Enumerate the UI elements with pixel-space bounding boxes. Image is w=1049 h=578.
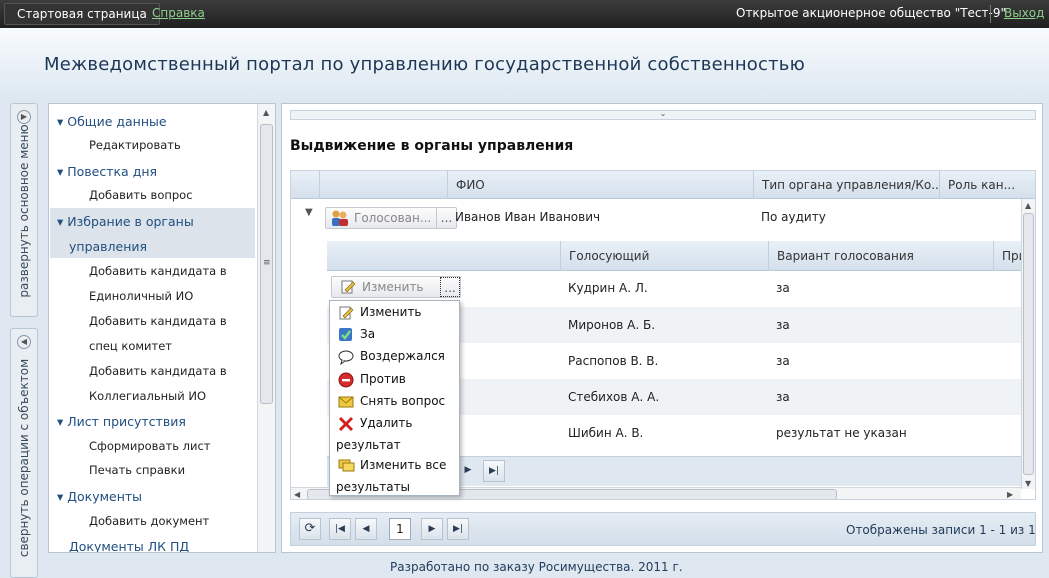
voter-name: Миронов А. Б.	[568, 318, 656, 332]
tree-item-edit[interactable]: Редактировать	[89, 138, 181, 152]
voter-name: Кудрин А. Л.	[568, 281, 648, 295]
tree-item-add-candidate-collegial-line2[interactable]: Коллегиальный ИО	[89, 389, 206, 403]
check-icon	[338, 327, 354, 341]
subgrid-last-page-icon[interactable]: ▶|	[483, 460, 505, 482]
records-info: Отображены записи 1 - 1 из 1	[846, 523, 1036, 537]
top-bar: Стартовая страница Справка Открытое акци…	[0, 0, 1049, 28]
grid-vertical-scrollbar[interactable]: ▲ ▼	[1021, 199, 1035, 489]
vote-variant: результат не указан	[776, 426, 907, 440]
vote-variant: за	[776, 390, 790, 404]
tree-item-print-report[interactable]: Печать справки	[89, 463, 185, 477]
object-operations-tree: ▾ Общие данные Редактировать ▾ Повестка …	[48, 103, 276, 553]
tree-item-form-list[interactable]: Сформировать лист	[89, 439, 211, 453]
voting-button-label: Голосован...	[354, 211, 432, 225]
vote-context-menu: Изменить За Воздержался Против Снять воп…	[329, 300, 460, 496]
change-vote-dots[interactable]: ...	[440, 277, 460, 297]
edit-icon	[340, 279, 356, 301]
home-page-tab[interactable]: Стартовая страница	[4, 3, 160, 25]
tree-item-add-question[interactable]: Добавить вопрос	[89, 188, 193, 202]
menu-item-change-all-results[interactable]: Изменить все результаты	[330, 458, 461, 496]
expand-menu-label: развернуть основное меню	[17, 124, 31, 298]
grid-vscroll-thumb[interactable]	[1023, 213, 1034, 475]
expander-column-header	[291, 171, 319, 199]
page-footer: Разработано по заказу Росимущества. 2011…	[390, 560, 683, 574]
role-column-header[interactable]: Роль кан...	[939, 171, 1021, 199]
envelope-icon	[338, 394, 354, 408]
panel-collapse-bar[interactable]: ⌄	[290, 110, 1036, 120]
tree-group-election-line2[interactable]: управления	[69, 239, 147, 254]
subgrid-actions-column-header	[327, 241, 560, 271]
body-type-column-header[interactable]: Тип органа управления/Ко...	[753, 171, 939, 199]
votes-subgrid-header: Голосующий Вариант голосования При	[327, 241, 1026, 271]
vote-variant: за	[776, 318, 790, 332]
page-number-input[interactable]: 1	[389, 518, 411, 540]
scroll-grip-icon: ≡	[263, 258, 271, 268]
scroll-down-arrow-icon[interactable]: ▼	[1025, 479, 1031, 488]
tree-group-general-data[interactable]: ▾ Общие данные	[57, 114, 167, 129]
exit-link[interactable]: Выход	[1004, 6, 1044, 20]
collapse-object-ops-tab[interactable]: ◀ свернуть операции с объектом	[10, 328, 38, 578]
speech-bubble-icon	[338, 349, 354, 366]
refresh-icon[interactable]: ⟳	[299, 518, 321, 540]
vote-variant: за	[776, 354, 790, 368]
change-vote-label: Изменить	[362, 280, 424, 294]
people-icon	[330, 209, 350, 233]
vote-variant: за	[776, 281, 790, 295]
help-link[interactable]: Справка	[152, 6, 205, 20]
menu-item-delete-result[interactable]: Удалить результат	[330, 416, 461, 454]
tree-item-add-candidate-sole[interactable]: Добавить кандидата в	[89, 264, 227, 278]
voter-name: Распопов В. В.	[568, 354, 659, 368]
next-page-icon[interactable]: ▶	[421, 518, 443, 540]
table-row: ▼ Голосован... ... Иванов Иван Иванович …	[291, 199, 1035, 239]
prev-page-icon[interactable]: ◀	[355, 518, 377, 540]
change-vote-button[interactable]: Изменить ...	[331, 276, 461, 298]
tree-item-add-candidate-special[interactable]: Добавить кандидата в	[89, 314, 227, 328]
voting-button[interactable]: Голосован... ...	[325, 207, 457, 229]
tree-item-add-document[interactable]: Добавить документ	[89, 514, 209, 528]
scroll-left-arrow-icon[interactable]: ◀	[294, 490, 300, 499]
row-expand-icon[interactable]: ▼	[305, 207, 313, 218]
tree-group-agenda[interactable]: ▾ Повестка дня	[57, 164, 157, 179]
expand-main-menu-tab[interactable]: ▶ развернуть основное меню	[10, 103, 38, 317]
section-title: Выдвижение в органы управления	[290, 138, 574, 154]
scroll-up-arrow-icon[interactable]: ▲	[263, 108, 269, 117]
scroll-right-arrow-icon[interactable]: ▶	[1007, 490, 1013, 499]
tree-group-attendance[interactable]: ▾ Лист присутствия	[57, 414, 186, 429]
grid-header: ФИО Тип органа управления/Ко... Роль кан…	[291, 171, 1035, 199]
edit-icon	[338, 305, 354, 320]
topbar-divider	[990, 5, 991, 23]
voting-menu-dots[interactable]: ...	[436, 208, 456, 228]
tree-item-add-candidate-special-line2[interactable]: спец комитет	[89, 339, 172, 353]
fio-column-header[interactable]: ФИО	[447, 171, 753, 199]
collapse-arrow-icon: ◀	[17, 335, 31, 349]
first-page-icon[interactable]: |◀	[329, 518, 351, 540]
tree-item-add-candidate-sole-line2[interactable]: Единоличный ИО	[89, 289, 193, 303]
tree-item-documents-lk-pd[interactable]: Документы ЛК ПД	[69, 539, 189, 552]
candidate-name: Иванов Иван Иванович	[455, 210, 601, 224]
tree-scrollbar[interactable]: ▲ ≡	[257, 104, 275, 552]
body-type-value: По аудиту	[761, 210, 826, 224]
copy-envelopes-icon	[338, 458, 355, 472]
tree-group-documents[interactable]: ▾ Документы	[57, 489, 142, 504]
actions-column-header	[319, 171, 447, 199]
voter-name: Стебихов А. А.	[568, 390, 660, 404]
stop-icon	[338, 372, 354, 388]
voter-name: Шибин А. В.	[568, 426, 644, 440]
expand-arrow-icon: ▶	[17, 110, 31, 124]
grid-pager: ⟳ |◀ ◀ 1 ▶ ▶| Отображены записи 1 - 1 из…	[290, 512, 1036, 546]
vote-variant-column-header[interactable]: Вариант голосования	[768, 241, 993, 271]
delete-x-icon	[338, 416, 354, 432]
last-page-icon[interactable]: ▶|	[447, 518, 469, 540]
organization-name: Открытое акционерное общество "Тест-9"	[736, 6, 1006, 20]
portal-title: Межведомственный портал по управлению го…	[44, 54, 805, 75]
voter-column-header[interactable]: Голосующий	[560, 241, 768, 271]
portal-header: Межведомственный портал по управлению го…	[0, 28, 1049, 100]
tree-item-add-candidate-collegial[interactable]: Добавить кандидата в	[89, 364, 227, 378]
collapse-ops-label: свернуть операции с объектом	[17, 358, 31, 558]
scroll-up-arrow-icon[interactable]: ▲	[1025, 201, 1031, 210]
tree-group-election[interactable]: ▾ Избрание в органы	[57, 214, 194, 229]
